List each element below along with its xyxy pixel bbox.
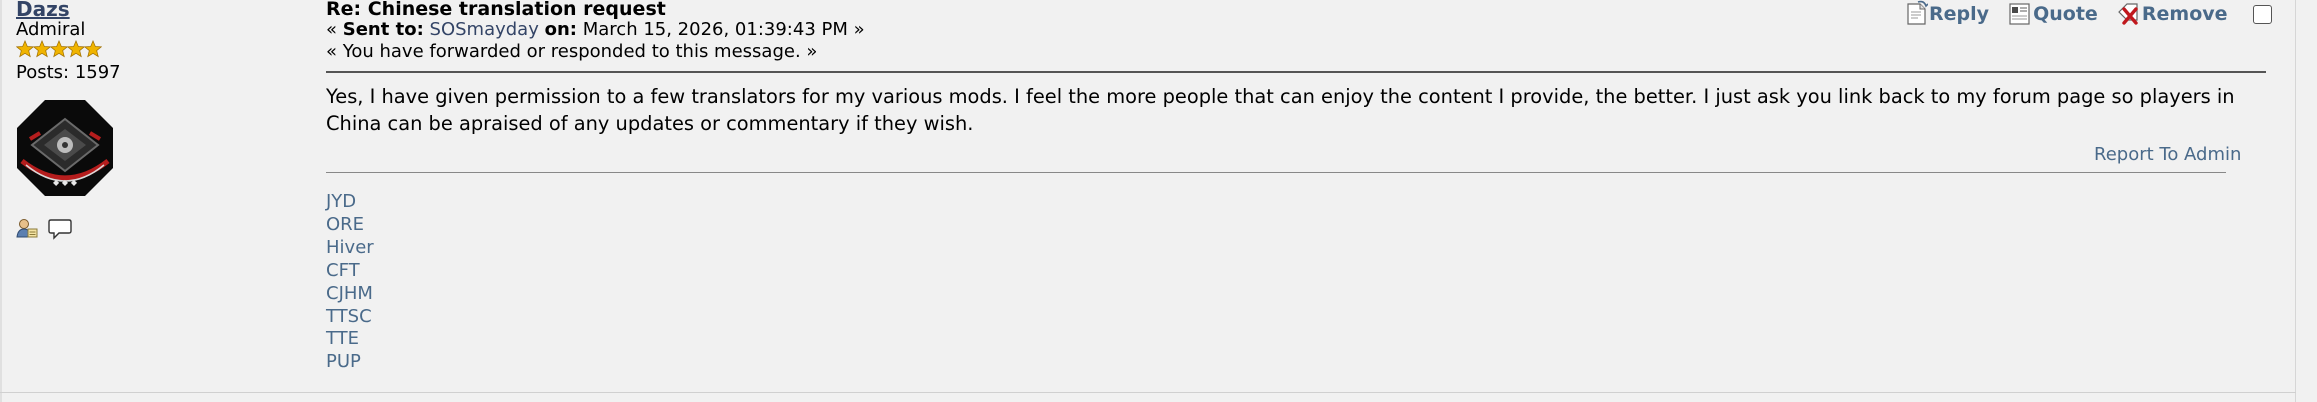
message-date: March 15, 2026, 01:39:43 PM: [582, 19, 848, 40]
signature-link[interactable]: JYD: [326, 191, 374, 214]
report-to-admin-link[interactable]: Report To Admin: [2094, 143, 2241, 167]
poster-icons: [16, 217, 77, 245]
right-border: [2295, 0, 2296, 402]
signature: JYD ORE Hiver CFT CJHM TTSC TTE PUP: [326, 191, 374, 374]
quote-button[interactable]: Quote: [2008, 0, 2098, 26]
select-checkbox[interactable]: [2252, 5, 2272, 24]
speech-bubble-icon[interactable]: [48, 217, 72, 245]
message-body-line: China can be apraised of any updates or …: [326, 112, 974, 135]
star-icon: [50, 40, 68, 58]
quote-icon: [2009, 3, 2030, 25]
star-icon: [84, 40, 102, 58]
signature-link[interactable]: Hiver: [326, 237, 374, 260]
forwarded-notice: « You have forwarded or responded to thi…: [326, 41, 818, 62]
star-icon: [16, 40, 34, 58]
message-container: Dazs Admiral Posts: 1597 ◆ ◆ ◆ Re: Chine…: [0, 0, 2317, 402]
signature-link[interactable]: CFT: [326, 260, 374, 283]
left-border: [0, 0, 2, 402]
star-icon: [33, 40, 51, 58]
reply-button[interactable]: Reply: [1906, 0, 1989, 26]
avatar: ◆ ◆ ◆: [16, 99, 114, 197]
signature-divider: [326, 172, 2226, 173]
message-actions: Reply Quote Remove: [1906, 0, 2272, 28]
remove-button[interactable]: Remove: [2117, 0, 2228, 26]
meta-prefix: «: [326, 19, 338, 40]
post-count: Posts: 1597: [16, 62, 121, 83]
signature-link[interactable]: CJHM: [326, 283, 374, 306]
recipient-link[interactable]: SOSmayday: [430, 19, 539, 40]
signature-link[interactable]: TTSC: [326, 306, 374, 329]
reply-icon: [1907, 0, 1929, 25]
signature-link[interactable]: PUP: [326, 351, 374, 374]
reply-label: Reply: [1929, 3, 1990, 25]
meta-suffix: »: [853, 19, 865, 40]
profile-icon[interactable]: [16, 217, 38, 243]
sent-to-label: Sent to:: [342, 19, 424, 40]
on-label: on:: [544, 19, 577, 40]
remove-label: Remove: [2141, 3, 2228, 25]
header-divider: [326, 71, 2266, 73]
rank-stars: [16, 40, 102, 60]
message-body: Yes, I have given permission to a few tr…: [326, 83, 2266, 137]
signature-link[interactable]: TTE: [326, 328, 374, 351]
message-body-line: Yes, I have given permission to a few tr…: [326, 85, 2235, 108]
signature-link[interactable]: ORE: [326, 214, 374, 237]
remove-icon: [2118, 3, 2138, 25]
svg-text:◆ ◆ ◆: ◆ ◆ ◆: [53, 178, 78, 187]
quote-label: Quote: [2033, 3, 2098, 25]
poster-rank: Admiral: [16, 19, 86, 40]
star-icon: [67, 40, 85, 58]
bottom-divider: [0, 392, 2296, 393]
message-meta: « Sent to: SOSmayday on: March 15, 2026,…: [326, 18, 865, 42]
